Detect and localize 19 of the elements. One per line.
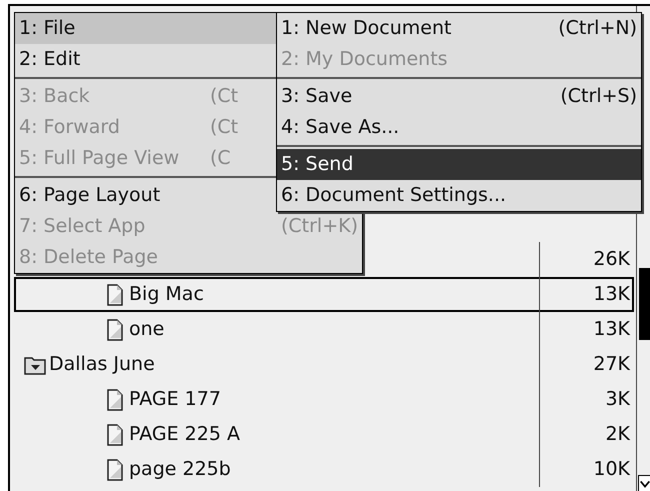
file-size: 3K bbox=[539, 382, 632, 417]
file-size: 10K bbox=[539, 452, 632, 487]
shortcut-text: (Ct bbox=[210, 84, 238, 110]
shortcut-text: (C bbox=[210, 146, 231, 172]
shortcut-text: (Ctrl+S) bbox=[560, 84, 637, 110]
file-name: page 225b bbox=[129, 457, 231, 482]
file-size: 27K bbox=[539, 347, 632, 382]
file-size: 13K bbox=[539, 277, 632, 312]
shortcut-text: (Ctrl+N) bbox=[558, 16, 637, 42]
file-name: PAGE 177 bbox=[129, 387, 221, 412]
shortcut-text: (Ct bbox=[210, 115, 238, 140]
file-name: Big Mac bbox=[129, 282, 204, 308]
file-size: 26K bbox=[539, 242, 632, 277]
file-name: PAGE 225 A bbox=[129, 422, 240, 448]
folder-name: Dallas June bbox=[49, 352, 155, 378]
file-size: 13K bbox=[539, 312, 632, 347]
file-name: one bbox=[129, 317, 164, 342]
file-size: 2K bbox=[539, 417, 632, 452]
shortcut-text: (Ctrl+K) bbox=[280, 214, 358, 240]
